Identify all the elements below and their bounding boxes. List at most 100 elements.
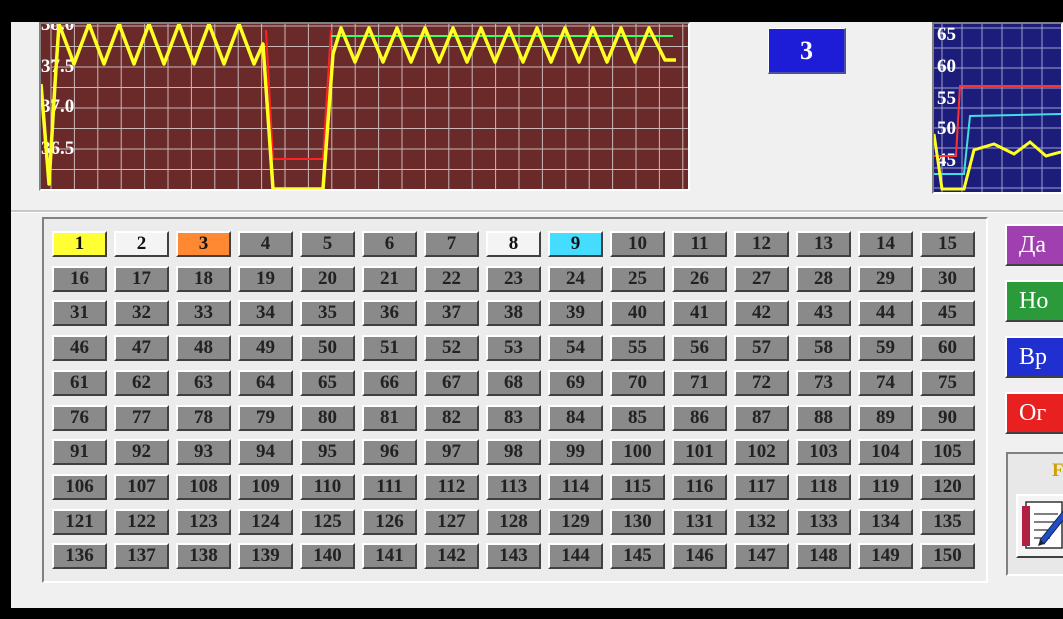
bed-button-92[interactable]: 92 <box>114 439 169 466</box>
bed-button-71[interactable]: 71 <box>672 369 727 396</box>
bed-button-35[interactable]: 35 <box>300 300 355 327</box>
bed-button-102[interactable]: 102 <box>734 439 789 466</box>
bed-button-1[interactable]: 1 <box>52 231 107 257</box>
bed-button-87[interactable]: 87 <box>734 404 789 431</box>
bed-button-8[interactable]: 8 <box>486 231 541 257</box>
bed-button-103[interactable]: 103 <box>796 439 851 466</box>
bed-button-43[interactable]: 43 <box>796 300 851 327</box>
bed-button-117[interactable]: 117 <box>734 473 789 500</box>
bed-button-132[interactable]: 132 <box>734 508 789 535</box>
bed-button-37[interactable]: 37 <box>424 300 479 327</box>
bed-button-7[interactable]: 7 <box>424 231 479 257</box>
bed-button-66[interactable]: 66 <box>362 369 417 396</box>
bed-button-99[interactable]: 99 <box>548 439 603 466</box>
bed-button-91[interactable]: 91 <box>52 439 107 466</box>
bed-button-9[interactable]: 9 <box>548 231 603 257</box>
bed-button-47[interactable]: 47 <box>114 335 169 362</box>
bed-button-59[interactable]: 59 <box>858 335 913 362</box>
bed-button-139[interactable]: 139 <box>238 543 293 570</box>
bed-button-55[interactable]: 55 <box>610 335 665 362</box>
side-button-1[interactable]: Да <box>1005 224 1063 266</box>
bed-button-53[interactable]: 53 <box>486 335 541 362</box>
bed-button-39[interactable]: 39 <box>548 300 603 327</box>
bed-button-75[interactable]: 75 <box>920 369 975 396</box>
bed-button-140[interactable]: 140 <box>300 543 355 570</box>
bed-button-26[interactable]: 26 <box>672 265 727 292</box>
bed-button-61[interactable]: 61 <box>52 369 107 396</box>
bed-button-105[interactable]: 105 <box>920 439 975 466</box>
bed-button-84[interactable]: 84 <box>548 404 603 431</box>
bed-button-56[interactable]: 56 <box>672 335 727 362</box>
bed-button-40[interactable]: 40 <box>610 300 665 327</box>
bed-button-124[interactable]: 124 <box>238 508 293 535</box>
bed-button-44[interactable]: 44 <box>858 300 913 327</box>
bed-button-116[interactable]: 116 <box>672 473 727 500</box>
bed-button-48[interactable]: 48 <box>176 335 231 362</box>
bed-button-32[interactable]: 32 <box>114 300 169 327</box>
bed-button-58[interactable]: 58 <box>796 335 851 362</box>
bed-button-60[interactable]: 60 <box>920 335 975 362</box>
bed-button-112[interactable]: 112 <box>424 473 479 500</box>
bed-button-83[interactable]: 83 <box>486 404 541 431</box>
bed-button-70[interactable]: 70 <box>610 369 665 396</box>
bed-button-119[interactable]: 119 <box>858 473 913 500</box>
bed-button-118[interactable]: 118 <box>796 473 851 500</box>
bed-button-123[interactable]: 123 <box>176 508 231 535</box>
bed-button-148[interactable]: 148 <box>796 543 851 570</box>
bed-button-3[interactable]: 3 <box>176 231 231 257</box>
bed-button-125[interactable]: 125 <box>300 508 355 535</box>
bed-button-54[interactable]: 54 <box>548 335 603 362</box>
bed-button-49[interactable]: 49 <box>238 335 293 362</box>
document-pen-icon[interactable] <box>1016 494 1063 558</box>
bed-button-6[interactable]: 6 <box>362 231 417 257</box>
bed-button-96[interactable]: 96 <box>362 439 417 466</box>
bed-button-88[interactable]: 88 <box>796 404 851 431</box>
bed-button-50[interactable]: 50 <box>300 335 355 362</box>
bed-button-28[interactable]: 28 <box>796 265 851 292</box>
bed-button-10[interactable]: 10 <box>610 231 665 257</box>
bed-button-31[interactable]: 31 <box>52 300 107 327</box>
bed-button-36[interactable]: 36 <box>362 300 417 327</box>
bed-button-4[interactable]: 4 <box>238 231 293 257</box>
side-button-3[interactable]: Вр <box>1005 336 1063 378</box>
bed-button-127[interactable]: 127 <box>424 508 479 535</box>
bed-button-11[interactable]: 11 <box>672 231 727 257</box>
bed-button-20[interactable]: 20 <box>300 265 355 292</box>
bed-button-90[interactable]: 90 <box>920 404 975 431</box>
bed-button-51[interactable]: 51 <box>362 335 417 362</box>
bed-button-128[interactable]: 128 <box>486 508 541 535</box>
bed-button-138[interactable]: 138 <box>176 543 231 570</box>
bed-button-130[interactable]: 130 <box>610 508 665 535</box>
bed-button-80[interactable]: 80 <box>300 404 355 431</box>
bed-button-16[interactable]: 16 <box>52 265 107 292</box>
bed-button-41[interactable]: 41 <box>672 300 727 327</box>
bed-button-150[interactable]: 150 <box>920 543 975 570</box>
bed-button-64[interactable]: 64 <box>238 369 293 396</box>
bed-button-72[interactable]: 72 <box>734 369 789 396</box>
bed-button-129[interactable]: 129 <box>548 508 603 535</box>
bed-button-108[interactable]: 108 <box>176 473 231 500</box>
bed-button-136[interactable]: 136 <box>52 543 107 570</box>
bed-button-133[interactable]: 133 <box>796 508 851 535</box>
side-button-4[interactable]: Ог <box>1005 392 1063 434</box>
bed-button-17[interactable]: 17 <box>114 265 169 292</box>
bed-button-134[interactable]: 134 <box>858 508 913 535</box>
bed-button-19[interactable]: 19 <box>238 265 293 292</box>
bed-button-34[interactable]: 34 <box>238 300 293 327</box>
bed-button-97[interactable]: 97 <box>424 439 479 466</box>
bed-button-95[interactable]: 95 <box>300 439 355 466</box>
bed-button-21[interactable]: 21 <box>362 265 417 292</box>
bed-button-74[interactable]: 74 <box>858 369 913 396</box>
bed-button-68[interactable]: 68 <box>486 369 541 396</box>
bed-button-120[interactable]: 120 <box>920 473 975 500</box>
bed-button-94[interactable]: 94 <box>238 439 293 466</box>
bed-button-14[interactable]: 14 <box>858 231 913 257</box>
bed-button-63[interactable]: 63 <box>176 369 231 396</box>
bed-button-79[interactable]: 79 <box>238 404 293 431</box>
bed-button-141[interactable]: 141 <box>362 543 417 570</box>
bed-button-24[interactable]: 24 <box>548 265 603 292</box>
bed-button-135[interactable]: 135 <box>920 508 975 535</box>
bed-button-42[interactable]: 42 <box>734 300 789 327</box>
bed-button-93[interactable]: 93 <box>176 439 231 466</box>
bed-button-122[interactable]: 122 <box>114 508 169 535</box>
